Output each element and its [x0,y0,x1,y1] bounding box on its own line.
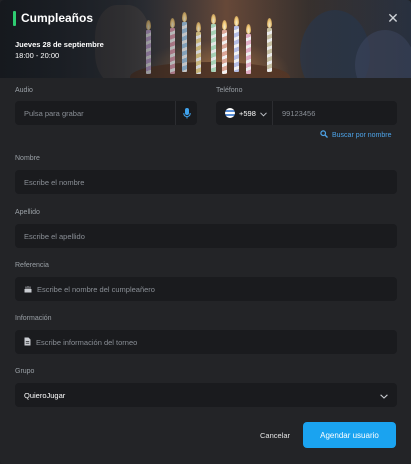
informacion-placeholder: Escribe información del torneo [36,337,138,347]
title-accent-bar [13,11,16,26]
referencia-label: Referencia [15,262,49,269]
apellido-input[interactable]: Escribe el apellido [15,224,397,248]
country-code-select[interactable]: +598 [216,101,273,125]
audio-label: Audio [15,87,33,94]
search-link-label: Buscar por nombre [332,131,392,139]
country-code: +598 [239,108,256,118]
schedule-modal: Cumpleaños ✕ Jueves 28 de septiembre 18:… [0,0,411,464]
chevron-down-icon [260,104,267,122]
nombre-input[interactable]: Escribe el nombre [15,170,397,194]
modal-title: Cumpleaños [21,11,94,25]
document-icon [24,333,31,351]
phone-input[interactable]: 99123456 [273,109,315,118]
referencia-placeholder: Escribe el nombre del cumpleañero [37,284,155,294]
apellido-placeholder: Escribe el apellido [24,231,85,241]
uruguay-flag-icon [225,108,235,118]
header-banner: Cumpleaños ✕ Jueves 28 de septiembre 18:… [0,0,411,78]
search-by-name-link[interactable]: Buscar por nombre [320,130,392,140]
informacion-label: Información [15,315,52,322]
chevron-down-icon [380,386,388,404]
nombre-placeholder: Escribe el nombre [24,177,85,187]
event-date: Jueves 28 de septiembre [15,40,104,49]
cancel-button[interactable]: Cancelar [260,431,290,440]
microphone-icon[interactable] [175,101,197,125]
cake-icon [24,280,32,298]
nombre-label: Nombre [15,155,40,162]
grupo-selected-value: QuieroJugar [24,390,66,400]
grupo-select[interactable]: QuieroJugar [15,383,397,407]
referencia-input[interactable]: Escribe el nombre del cumpleañero [15,277,397,301]
phone-field: +598 99123456 [216,101,397,125]
close-icon[interactable]: ✕ [386,10,400,26]
audio-record-field[interactable]: Pulsa para grabar [15,101,197,125]
search-icon [320,130,328,140]
event-time: 18:00 - 20:00 [15,51,60,60]
submit-button[interactable]: Agendar usuario [303,422,396,448]
informacion-input[interactable]: Escribe información del torneo [15,330,397,354]
audio-placeholder: Pulsa para grabar [24,108,84,118]
grupo-label: Grupo [15,368,35,375]
phone-label: Teléfono [216,87,243,94]
apellido-label: Apellido [15,209,40,216]
